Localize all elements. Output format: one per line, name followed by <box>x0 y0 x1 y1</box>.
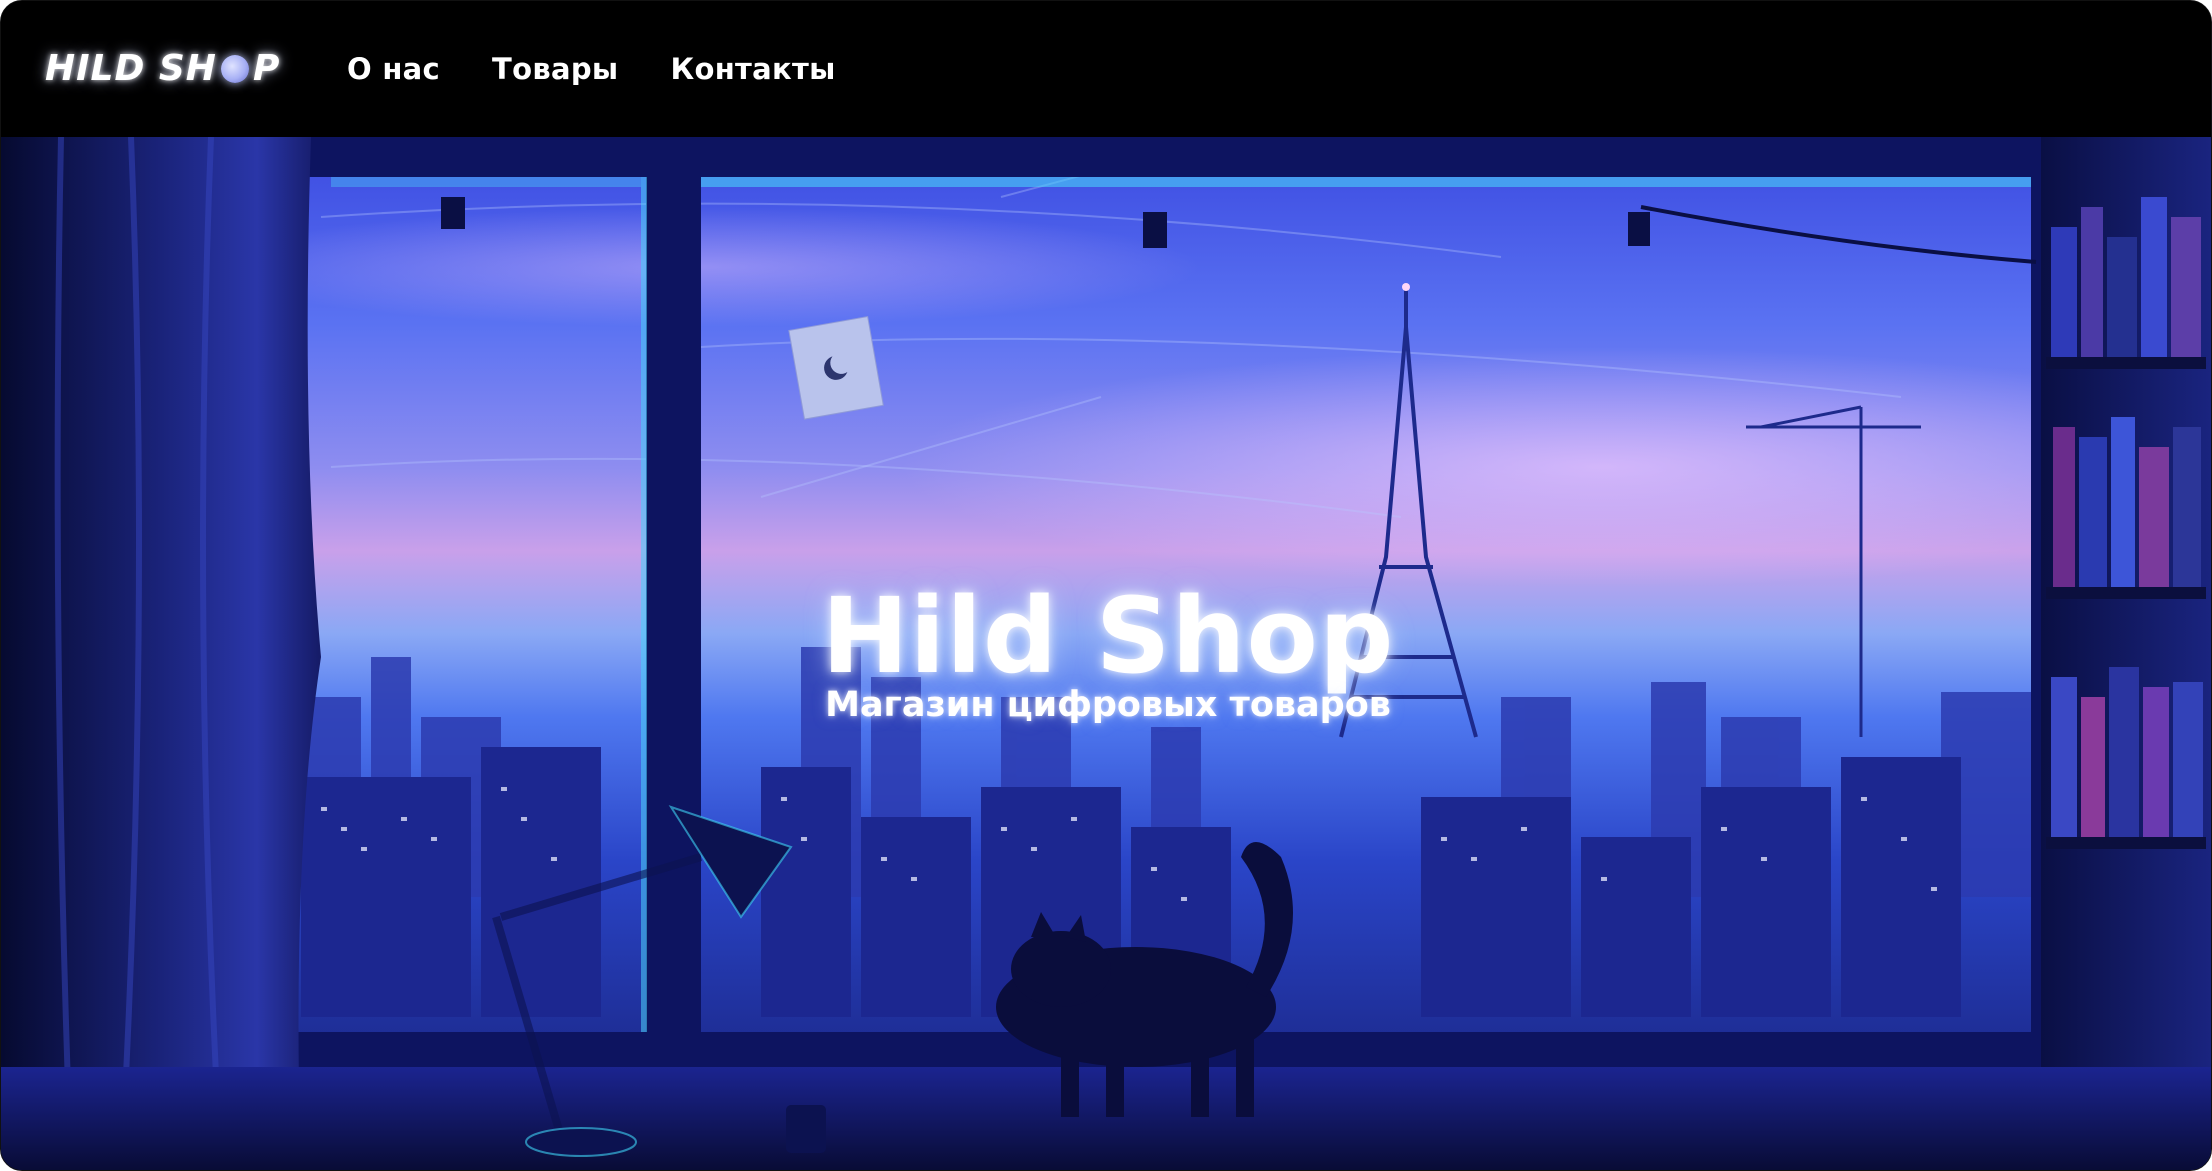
nav-link-contacts[interactable]: Контакты <box>670 52 835 86</box>
logo-text: HILD SH <box>45 48 217 89</box>
site-logo[interactable]: HILD SH P <box>45 43 280 95</box>
nav-link-about[interactable]: О нас <box>347 52 440 86</box>
main-nav: О нас Товары Контакты <box>347 45 836 93</box>
hero-banner: Hild Shop Магазин цифровых товаров <box>1 137 2211 1170</box>
hero-title: Hild Shop <box>821 575 1395 697</box>
browser-window: HILD SH P О нас Товары Контакты Hild Sho… <box>0 0 2212 1171</box>
site-header: HILD SH P О нас Товары Контакты <box>1 1 2211 137</box>
logo-text-end: P <box>252 48 281 89</box>
hero-subtitle: Магазин цифровых товаров <box>825 685 1391 725</box>
logo-orb-icon <box>220 55 249 83</box>
nav-link-products[interactable]: Товары <box>492 52 618 86</box>
